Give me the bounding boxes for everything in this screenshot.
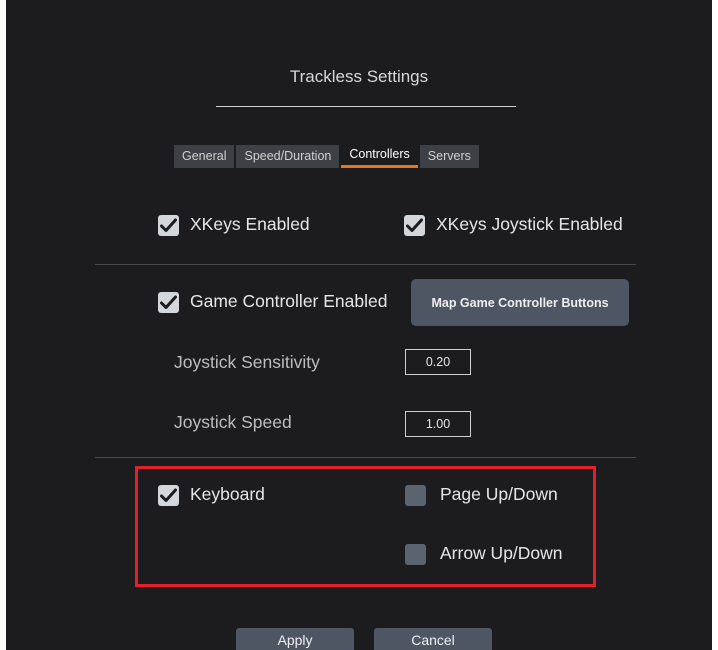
- apply-button[interactable]: Apply: [236, 628, 354, 650]
- dialog-title: Trackless Settings: [289, 67, 429, 86]
- keyboard-label: Keyboard: [190, 484, 265, 504]
- map-controller-buttons-button[interactable]: Map Game Controller Buttons: [411, 279, 629, 326]
- xkeys-joystick-checkbox[interactable]: [404, 215, 425, 236]
- title-divider: [216, 106, 516, 107]
- page-up-down-label: Page Up/Down: [440, 484, 558, 504]
- xkeys-joystick-label: XKeys Joystick Enabled: [436, 214, 623, 234]
- joystick-speed-input[interactable]: 1.00: [405, 411, 471, 437]
- section-divider: [95, 264, 636, 265]
- keyboard-checkbox[interactable]: [158, 485, 179, 506]
- checkmark-icon: [160, 218, 177, 232]
- tab-servers[interactable]: Servers: [419, 145, 479, 168]
- checkmark-icon: [406, 218, 423, 232]
- tab-bar: General Speed/Duration Controllers Serve…: [174, 145, 479, 168]
- xkeys-enabled-checkbox[interactable]: [158, 215, 179, 236]
- tab-general[interactable]: General: [174, 145, 235, 168]
- cancel-button[interactable]: Cancel: [374, 628, 492, 650]
- tab-speed-duration[interactable]: Speed/Duration: [236, 145, 340, 168]
- checkmark-icon: [160, 488, 177, 502]
- game-controller-checkbox[interactable]: [158, 292, 179, 313]
- joystick-speed-label: Joystick Speed: [174, 412, 292, 432]
- settings-dialog: Trackless Settings General Speed/Duratio…: [6, 0, 712, 650]
- section-divider: [95, 457, 636, 458]
- joystick-sensitivity-input[interactable]: 0.20: [405, 349, 471, 375]
- game-controller-label: Game Controller Enabled: [190, 291, 388, 311]
- xkeys-enabled-label: XKeys Enabled: [190, 214, 310, 234]
- arrow-up-down-label: Arrow Up/Down: [440, 543, 563, 563]
- joystick-sensitivity-label: Joystick Sensitivity: [174, 352, 320, 372]
- checkmark-icon: [160, 295, 177, 309]
- tab-controllers[interactable]: Controllers: [341, 145, 418, 168]
- page-up-down-checkbox[interactable]: [405, 485, 426, 506]
- arrow-up-down-checkbox[interactable]: [405, 544, 426, 565]
